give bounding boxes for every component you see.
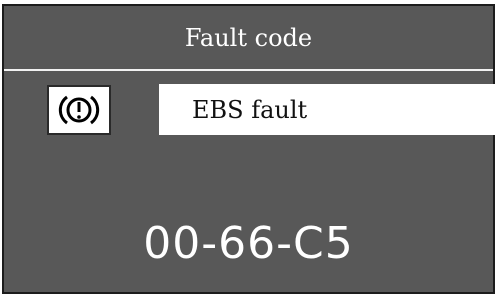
- page-title: Fault code: [184, 23, 313, 52]
- fault-label: EBS fault: [192, 95, 308, 124]
- warning-icon-box: [47, 85, 111, 135]
- brake-warning-icon: [57, 93, 101, 127]
- header-divider: [4, 69, 493, 71]
- fault-label-box: EBS fault: [159, 84, 497, 135]
- fault-code-screen: Fault code EBS fault 00-66-C5: [2, 4, 497, 294]
- fault-code-value: 00-66-C5: [143, 218, 354, 269]
